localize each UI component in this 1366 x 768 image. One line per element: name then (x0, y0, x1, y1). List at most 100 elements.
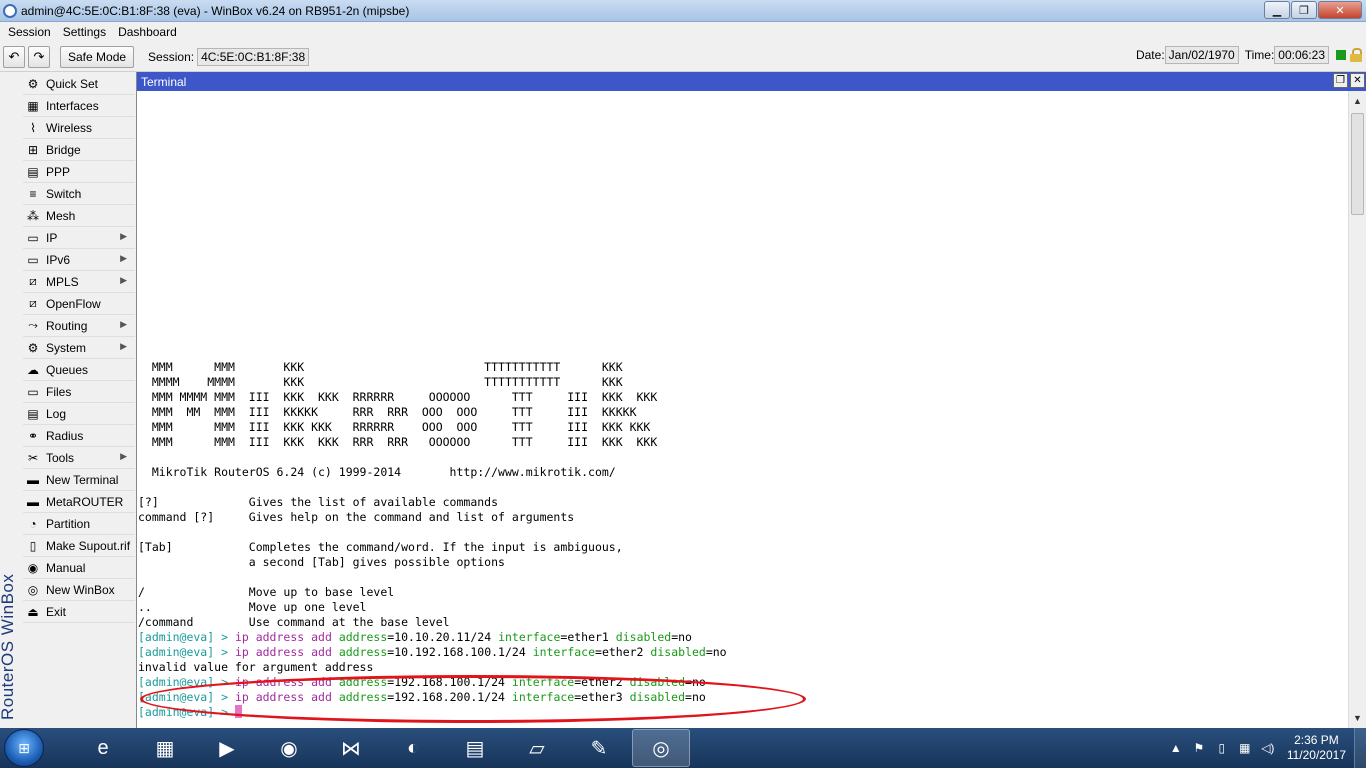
sidebar-item-mesh[interactable]: ⁂ Mesh (23, 205, 135, 227)
sidebar-item-label: Routing (46, 318, 88, 333)
sidebar-item-wireless[interactable]: ⌇ Wireless (23, 117, 135, 139)
submenu-arrow-icon: ▶ (120, 275, 127, 285)
window-title: admin@4C:5E:0C:B1:8F:38 (eva) - WinBox v… (21, 3, 410, 18)
clock[interactable]: 2:36 PM 11/20/2017 (1287, 733, 1346, 763)
start-button[interactable]: ⊞ (4, 729, 44, 767)
close-button[interactable]: ✕ (1318, 1, 1362, 19)
submenu-arrow-icon: ▶ (120, 451, 127, 461)
terminal-banner-line: /command Use command at the base level (138, 615, 450, 629)
sidebar-item-switch[interactable]: ≡ Switch (23, 183, 135, 205)
action-center-icon[interactable]: ⚑ (1190, 739, 1208, 757)
files-icon: ▭ (27, 384, 39, 399)
terminal-banner-line: MMMM MMMM KKK TTTTTTTTTTT KKK (138, 375, 623, 389)
sidebar-item-label: Log (46, 406, 67, 421)
network-icon[interactable]: ▤ (446, 729, 504, 767)
arg-value: =no (671, 630, 692, 644)
device-icon[interactable]: ▯ (1213, 739, 1231, 757)
redo-button[interactable]: ↷ (28, 45, 50, 68)
scroll-thumb[interactable] (1351, 113, 1364, 215)
sidebar-item-system[interactable]: ⚙ System ▶ (23, 337, 135, 359)
sidebar-item-label: Quick Set (46, 76, 99, 91)
sidebar-item-new-winbox[interactable]: ◎ New WinBox (23, 579, 135, 601)
sidebar-item-tools[interactable]: ✂ Tools ▶ (23, 447, 135, 469)
log-icon: ▤ (27, 406, 39, 421)
toolbar: ↶ ↷ Safe Mode Session: 4C:5E:0C:B1:8F:38… (0, 42, 1366, 72)
sidebar-item-make-supout-rif[interactable]: ▯ Make Supout.rif (23, 535, 135, 557)
sidebar-item-manual[interactable]: ◉ Manual (23, 557, 135, 579)
sidebar-item-openflow[interactable]: ⧄ OpenFlow (23, 293, 135, 315)
bridge-icon: ⊞ (27, 142, 39, 157)
sidebar-item-label: Switch (46, 186, 82, 201)
sidebar-item-exit[interactable]: ⏏ Exit (23, 601, 135, 623)
terminal-output[interactable]: MMM MMM KKK TTTTTTTTTTT KKK MMMM MMMM KK… (137, 91, 1349, 728)
terminal-banner-line (138, 570, 727, 585)
terminal-banner-line: / Move up to base level (138, 585, 395, 599)
sidebar-item-label: Make Supout.rif (46, 538, 131, 553)
tray-expand-icon[interactable]: ▲ (1167, 739, 1185, 757)
paint-icon[interactable]: ✎ (570, 729, 628, 767)
terminal-banner-line (138, 525, 727, 540)
command: ip address add (234, 630, 332, 644)
terminal-scrollbar[interactable]: ▲ ▼ (1348, 91, 1366, 728)
explorer-icon[interactable]: ▦ (136, 729, 194, 767)
time-value: 00:06:23 (1274, 46, 1329, 64)
notes-icon[interactable]: ▱ (508, 729, 566, 767)
visual-studio-icon[interactable]: ⋈ (322, 729, 380, 767)
sidebar-item-partition[interactable]: ◔ Partition (23, 513, 135, 535)
sidebar-item-bridge[interactable]: ⊞ Bridge (23, 139, 135, 161)
menu-dashboard[interactable]: Dashboard (112, 25, 183, 39)
sidebar-item-label: Wireless (46, 120, 93, 135)
undo-button[interactable]: ↶ (3, 45, 25, 68)
winbox-taskbar-icon[interactable]: ◎ (632, 729, 690, 767)
sidebar-item-metarouter[interactable]: ▬ MetaROUTER (23, 491, 135, 513)
sidebar-item-ipv6[interactable]: ▭ IPv6 ▶ (23, 249, 135, 271)
network-tray-icon[interactable]: ▦ (1236, 739, 1254, 757)
submenu-arrow-icon: ▶ (120, 341, 127, 351)
menu-session[interactable]: Session (2, 25, 57, 39)
terminal-close-button[interactable]: ✕ (1350, 73, 1365, 88)
sidebar-empty-area (23, 625, 135, 728)
sidebar-item-label: PPP (46, 164, 71, 179)
sidebar-item-log[interactable]: ▤ Log (23, 403, 135, 425)
sidebar-item-new-terminal[interactable]: ▬ New Terminal (23, 469, 135, 491)
minimize-button[interactable]: ▁ (1264, 1, 1290, 19)
terminal-error-line: invalid value for argument address (138, 660, 374, 674)
time-label: Time: (1244, 48, 1275, 62)
terminal-banner-line: MMM MM MMM III KKKKK RRR RRR OOO OOO TTT… (138, 405, 637, 419)
submenu-arrow-icon: ▶ (120, 319, 127, 329)
sidebar-item-ip[interactable]: ▭ IP ▶ (23, 227, 135, 249)
sidebar-item-label: Mesh (46, 208, 76, 223)
terminal-command-line: [admin@eva] > ip address add address=10.… (138, 645, 727, 660)
scroll-up-icon[interactable]: ▲ (1351, 93, 1364, 109)
terminal-title-bar: Terminal ❐ ✕ (137, 72, 1366, 91)
undo-icon: ↶ (8, 48, 20, 64)
show-desktop-button[interactable] (1354, 728, 1366, 768)
terminal-maximize-button[interactable]: ❐ (1333, 73, 1348, 88)
sidebar-item-interfaces[interactable]: ▦ Interfaces (23, 95, 135, 117)
terminal-title: Terminal (141, 74, 187, 89)
firefox-icon[interactable]: ◐ (384, 729, 442, 767)
redo-icon: ↷ (33, 48, 45, 64)
sidebar-item-ppp[interactable]: ▤ PPP (23, 161, 135, 183)
arg-value: =no (705, 645, 727, 659)
sidebar-item-routing[interactable]: ⤳ Routing ▶ (23, 315, 135, 337)
media-player-icon[interactable]: ▶ (198, 729, 256, 767)
sidebar-item-label: MetaROUTER (46, 494, 124, 509)
maximize-button[interactable]: ❐ (1291, 1, 1317, 19)
system-icon: ⚙ (27, 340, 39, 355)
sidebar-item-radius[interactable]: ⚭ Radius (23, 425, 135, 447)
safe-mode-button[interactable]: Safe Mode (60, 45, 135, 68)
chrome-icon[interactable]: ◉ (260, 729, 318, 767)
scroll-down-icon[interactable]: ▼ (1351, 710, 1364, 726)
sidebar-item-label: IP (46, 230, 58, 245)
volume-icon[interactable]: ◁) (1259, 739, 1277, 757)
red-annotation-ellipse (140, 675, 806, 723)
sidebar-item-queues[interactable]: ☁ Queues (23, 359, 135, 381)
sidebar-item-mpls[interactable]: ⧄ MPLS ▶ (23, 271, 135, 293)
menu-settings[interactable]: Settings (57, 25, 112, 39)
ie-icon[interactable]: e (74, 729, 132, 767)
sidebar-item-files[interactable]: ▭ Files (23, 381, 135, 403)
mpls-icon: ⧄ (29, 274, 37, 288)
sidebar-item-quick-set[interactable]: ⚙ Quick Set (23, 73, 135, 95)
session-value: 4C:5E:0C:B1:8F:38 (197, 47, 310, 66)
